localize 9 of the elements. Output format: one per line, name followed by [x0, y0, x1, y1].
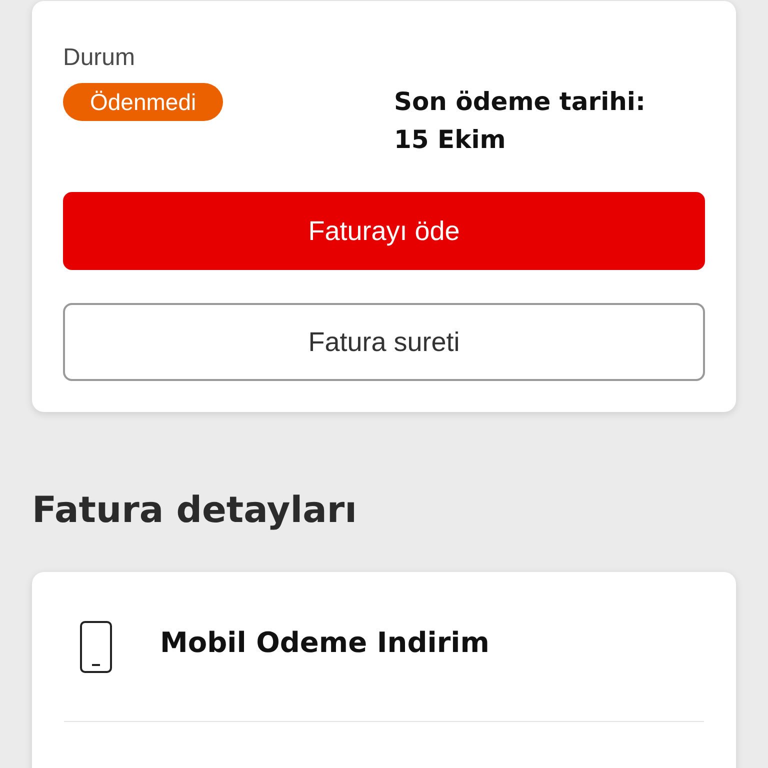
bill-copy-button[interactable]: Fatura sureti [63, 303, 705, 381]
detail-item-label[interactable]: Mobil Odeme Indirim [160, 626, 490, 659]
mobile-phone-icon [80, 620, 112, 672]
section-heading: Fatura detayları [32, 489, 358, 533]
due-date-label: Son ödeme tarihi: [394, 86, 646, 118]
due-date: 15 Ekim [394, 124, 506, 156]
status-label: Durum [63, 43, 136, 73]
status-badge: Ödenmedi [63, 83, 224, 121]
pay-bill-button[interactable]: Faturayı öde [63, 192, 705, 270]
